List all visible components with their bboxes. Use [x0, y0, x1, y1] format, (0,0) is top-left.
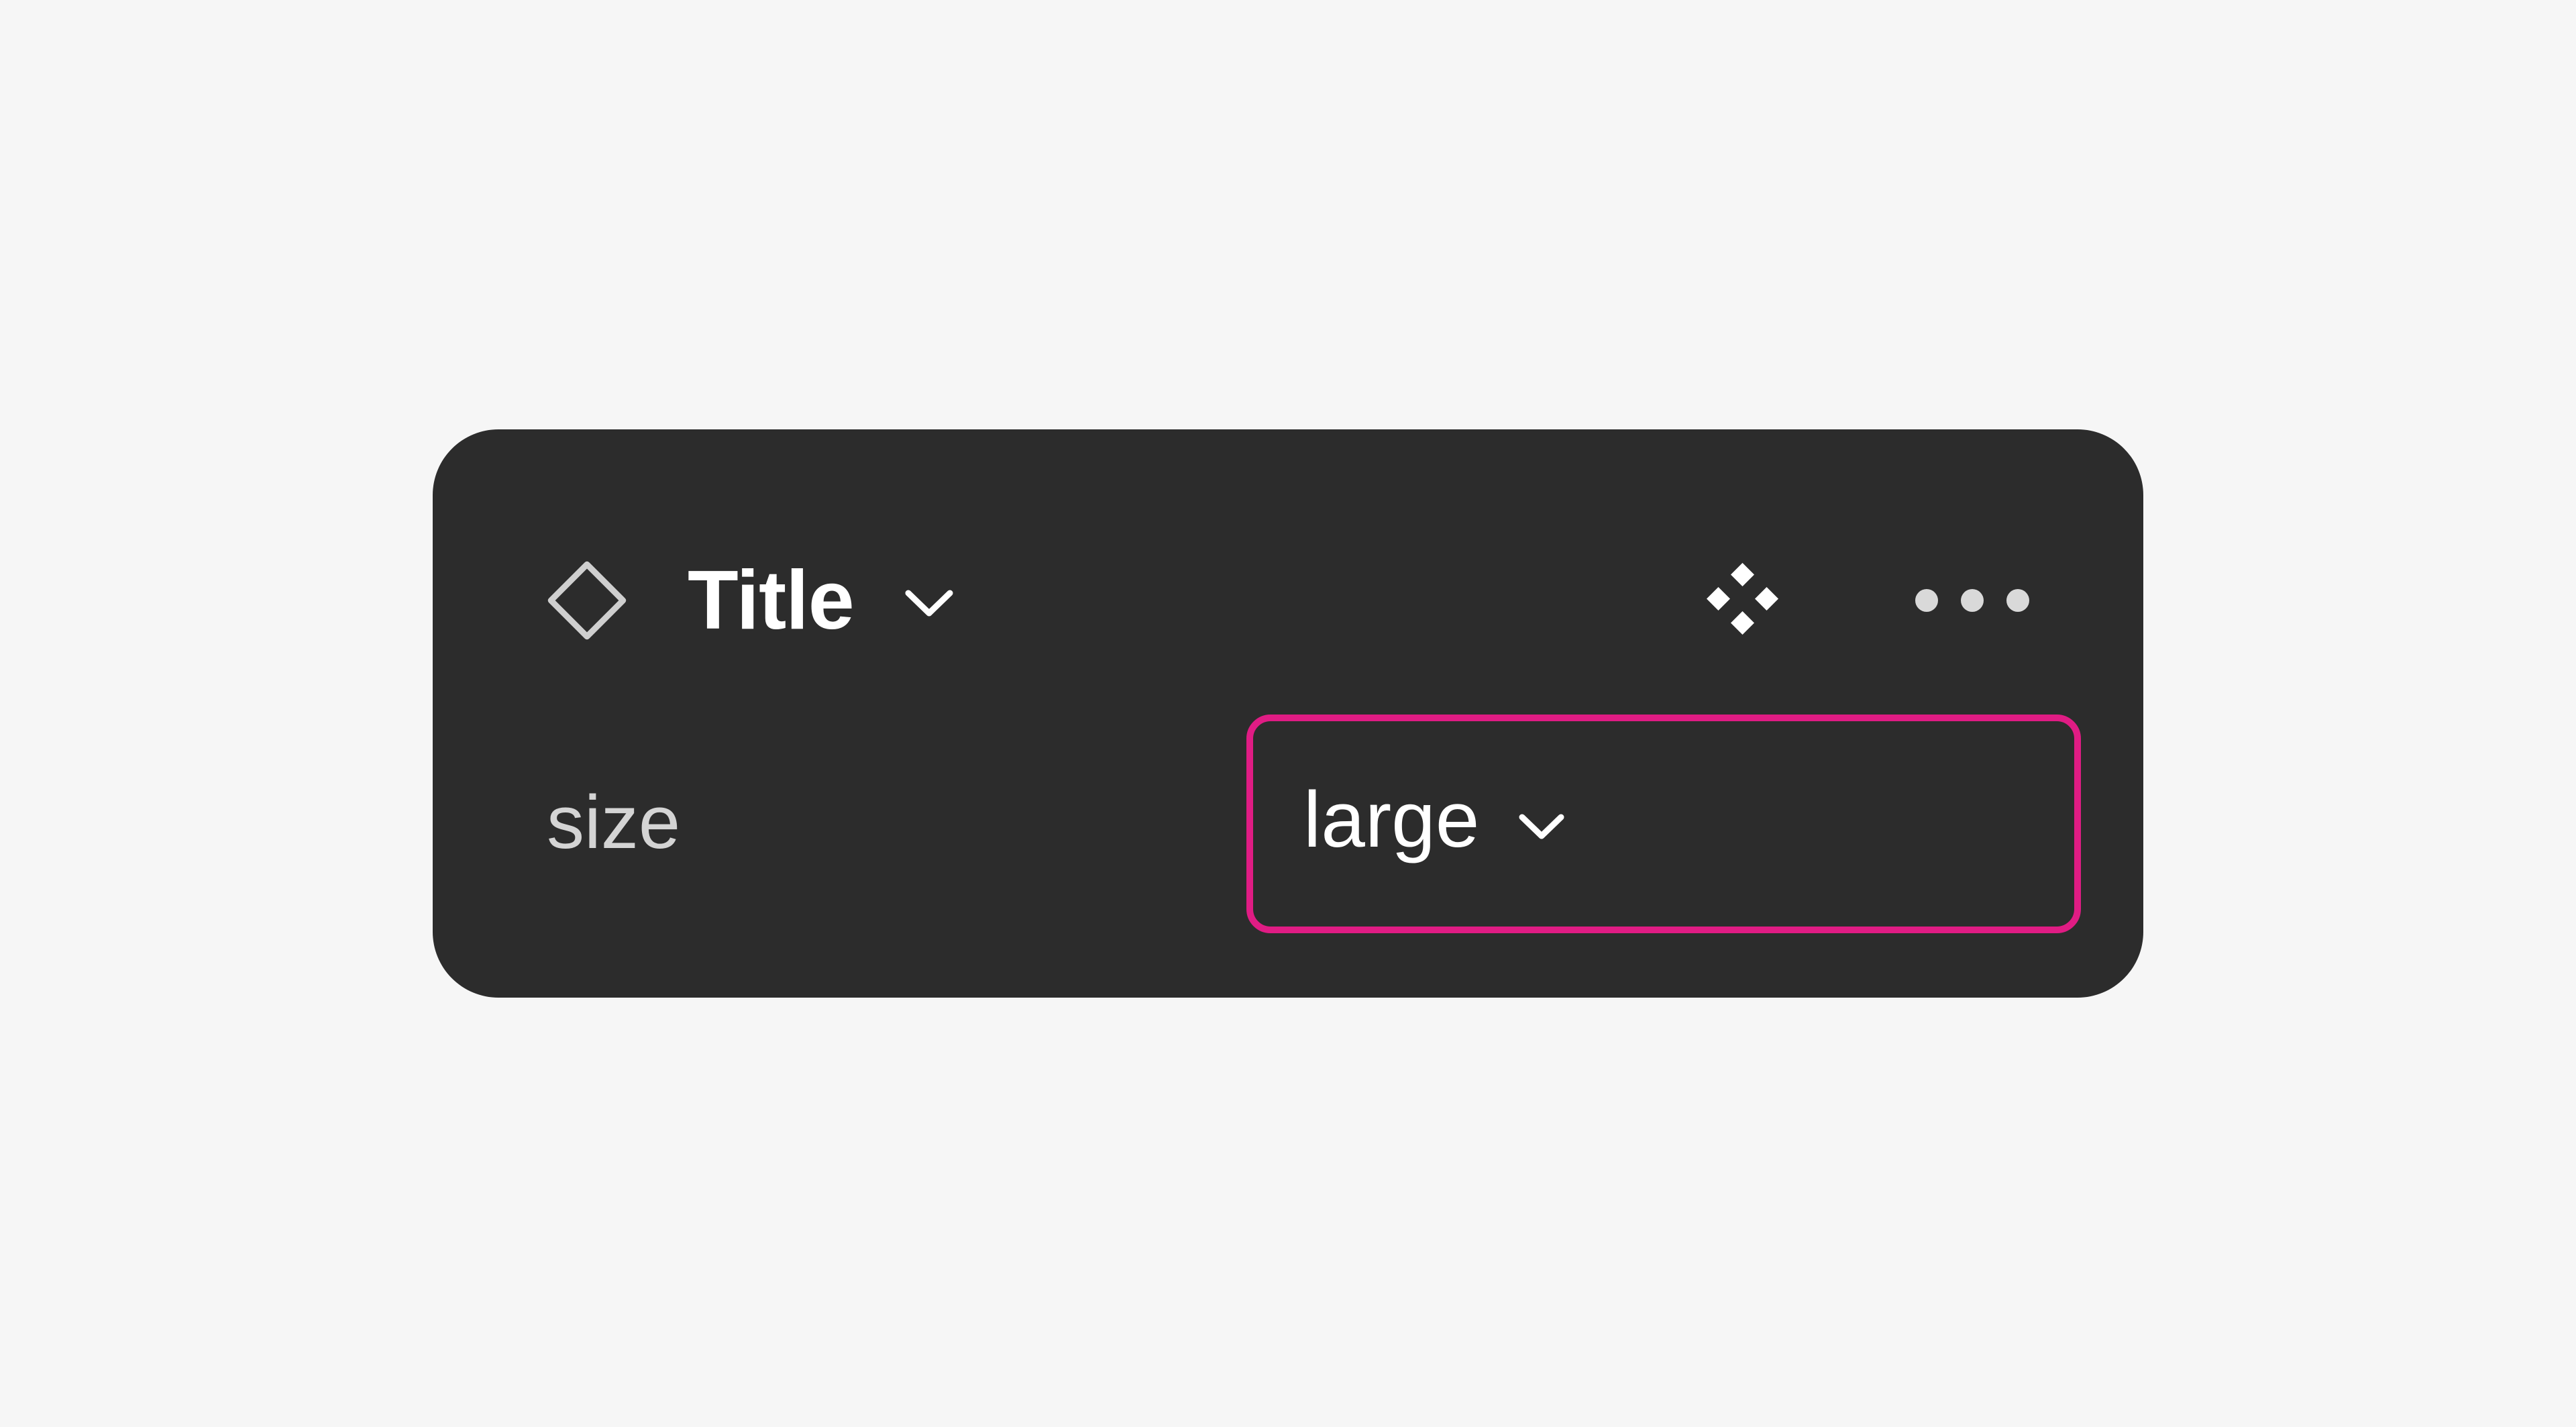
property-label-size: size	[547, 780, 681, 864]
chevron-down-icon	[1519, 814, 1564, 839]
instance-properties-panel: Title size large	[433, 429, 2143, 998]
component-diamonds-icon[interactable]	[1704, 560, 1781, 637]
chevron-down-icon	[905, 590, 953, 617]
instance-title-dropdown[interactable]: Title	[688, 550, 954, 651]
size-select[interactable]: large	[1246, 715, 2081, 933]
size-select-value: large	[1303, 776, 1480, 864]
diamond-outline-icon	[547, 561, 627, 640]
instance-title: Title	[688, 554, 855, 647]
ellipsis-icon[interactable]	[1912, 580, 2033, 621]
panel-header: Title	[433, 429, 2143, 642]
